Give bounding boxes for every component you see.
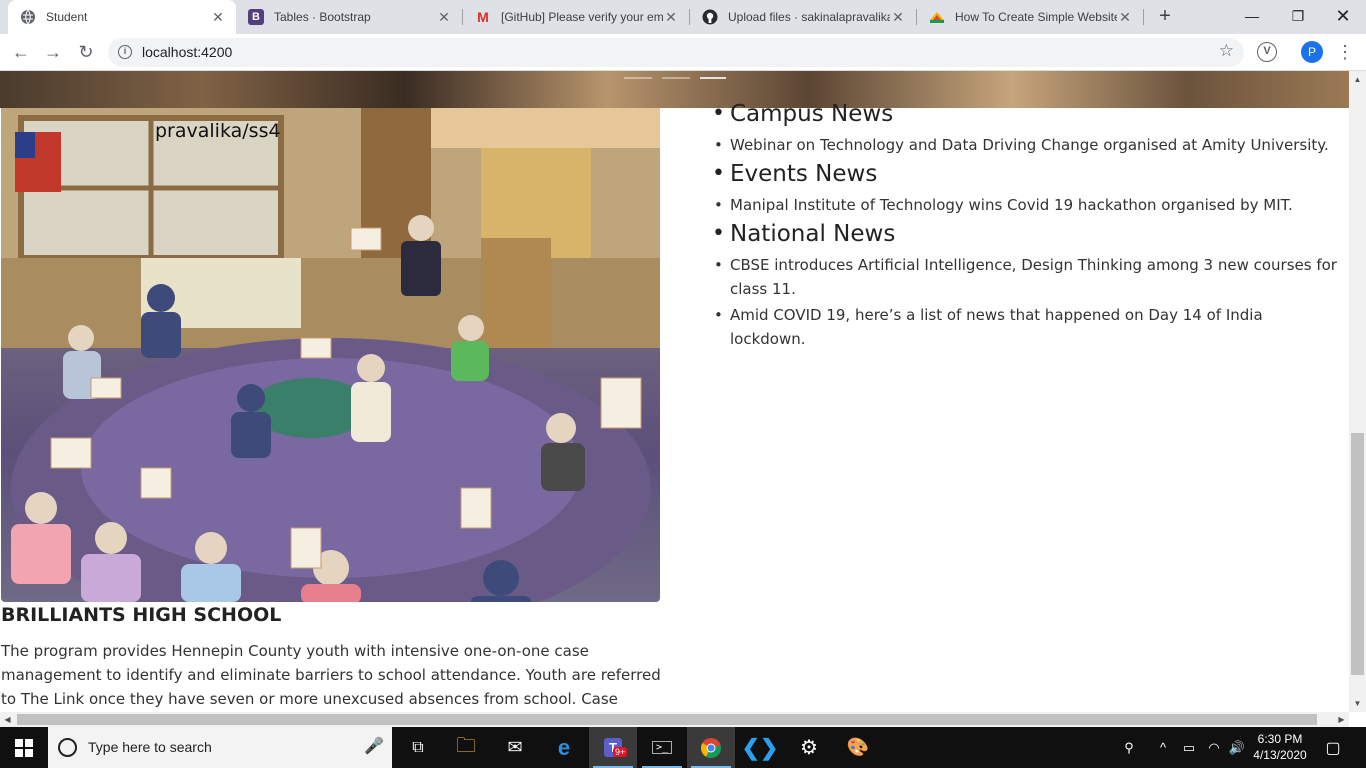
globe-icon [20, 9, 36, 25]
clock-date: 4/13/2020 [1253, 748, 1307, 762]
colorful-hat-icon [929, 9, 945, 25]
taskbar-search-box[interactable]: Type here to search 🎤 [48, 727, 392, 768]
settings-gear-icon[interactable]: ⚙ [785, 727, 833, 768]
action-center-icon[interactable]: ▢ [1318, 727, 1348, 768]
vivaldi-extension-icon[interactable]: V [1257, 42, 1277, 62]
news-item: Webinar on Technology and Data Driving C… [712, 133, 1342, 157]
bootstrap-icon: B [248, 9, 264, 25]
system-clock[interactable]: 6:30 PM 4/13/2020 [1245, 731, 1315, 763]
profile-avatar[interactable]: P [1301, 41, 1323, 63]
teams-app[interactable]: T 9+ [589, 727, 637, 768]
terminal-icon[interactable]: >_ [638, 727, 686, 768]
tab-title: Upload files · sakinalapravalika [728, 10, 890, 24]
tab-student[interactable]: Student ✕ [8, 0, 236, 34]
carousel-indicator-active[interactable] [700, 77, 726, 79]
carousel-indicator[interactable] [624, 77, 652, 79]
windows-start-button[interactable] [0, 727, 48, 768]
news-item: Manipal Institute of Technology wins Cov… [712, 193, 1342, 217]
tab-title: Tables · Bootstrap [274, 10, 371, 24]
show-hidden-icons-chevron-icon[interactable]: ^ [1154, 727, 1172, 768]
tab-create-website[interactable]: How To Create Simple Website ✕ [917, 0, 1143, 34]
scroll-right-arrow-icon[interactable]: ▶ [1334, 712, 1349, 727]
browser-tab-strip: Student ✕ B Tables · Bootstrap ✕ M [GitH… [0, 0, 1366, 34]
news-item: Amid COVID 19, here’s a list of news tha… [712, 303, 1342, 351]
tab-title: [GitHub] Please verify your em [501, 10, 663, 24]
search-placeholder: Type here to search [88, 739, 212, 755]
github-icon [702, 9, 718, 25]
bookmark-star-icon[interactable]: ☆ [1219, 41, 1234, 61]
school-title: BRILLIANTS HIGH SCHOOL [1, 604, 282, 626]
tab-title: Student [46, 10, 88, 24]
tab-divider [1143, 9, 1144, 25]
reload-icon[interactable]: ↻ [74, 40, 98, 64]
chrome-logo-icon [701, 737, 722, 758]
tab-upload-files[interactable]: Upload files · sakinalapravalika ✕ [690, 0, 916, 34]
news-category: Campus News [712, 97, 1342, 131]
news-item: CBSE introduces Artificial Intelligence,… [712, 253, 1342, 301]
kebab-menu-icon[interactable]: ⋮ [1336, 40, 1354, 64]
carousel-indicator[interactable] [662, 77, 690, 79]
tab-tables-bootstrap[interactable]: B Tables · Bootstrap ✕ [236, 0, 462, 34]
task-view-icon[interactable]: ⧉ [394, 727, 442, 768]
image-caption: pravalika/ss4 [155, 120, 281, 142]
close-tab-icon[interactable]: ✕ [436, 9, 452, 26]
restore-icon[interactable]: ❐ [1275, 0, 1321, 34]
file-explorer-icon[interactable]: 🗀 [442, 727, 490, 768]
teams-badge: 9+ [613, 747, 628, 757]
people-icon[interactable]: ⚲ [1118, 727, 1140, 768]
news-category: National News [712, 217, 1342, 251]
close-tab-icon[interactable]: ✕ [890, 9, 906, 26]
close-tab-icon[interactable]: ✕ [663, 9, 679, 26]
scroll-up-arrow-icon[interactable]: ▲ [1349, 71, 1366, 88]
windows-logo-icon [15, 738, 33, 757]
scrollbar-thumb[interactable] [17, 714, 1317, 725]
windows-taskbar: Type here to search 🎤 ⧉ 🗀 ✉ e T 9+ >_ ❮❯… [0, 727, 1366, 768]
url-text[interactable]: localhost:4200 [142, 44, 232, 60]
mail-icon[interactable]: ✉ [491, 727, 539, 768]
school-description: The program provides Hennepin County you… [1, 642, 661, 708]
tab-github-verify[interactable]: M [GitHub] Please verify your em ✕ [463, 0, 689, 34]
edge-icon[interactable]: e [540, 727, 588, 768]
cortana-icon [58, 738, 77, 757]
microphone-icon[interactable]: 🎤 [364, 736, 384, 756]
battery-icon[interactable]: ▭ [1178, 727, 1200, 768]
close-window-icon[interactable]: ✕ [1320, 0, 1366, 34]
news-list: Campus News Webinar on Technology and Da… [712, 97, 1342, 351]
forward-arrow-icon[interactable]: → [41, 40, 65, 64]
vscode-icon[interactable]: ❮❯ [736, 727, 784, 768]
close-tab-icon[interactable]: ✕ [210, 9, 226, 26]
classroom-photo: pravalika/ss4 [1, 108, 660, 602]
info-icon[interactable]: i [118, 45, 132, 59]
close-tab-icon[interactable]: ✕ [1117, 9, 1133, 26]
news-category: Events News [712, 157, 1342, 191]
chrome-icon[interactable] [687, 727, 735, 768]
new-tab-button[interactable]: + [1154, 5, 1176, 27]
minimize-icon[interactable]: — [1229, 0, 1275, 34]
browser-toolbar: ← → ↻ i localhost:4200 ☆ [0, 34, 1366, 71]
horizontal-scrollbar[interactable]: ◀ ▶ [0, 712, 1349, 727]
tab-title: How To Create Simple Website [955, 10, 1117, 24]
paint-icon[interactable]: 🎨 [834, 727, 882, 768]
vertical-scrollbar[interactable]: ▲ ▼ [1349, 71, 1366, 712]
classroom-illustration [1, 108, 660, 602]
address-bar[interactable]: i localhost:4200 ☆ [108, 38, 1244, 67]
clock-time: 6:30 PM [1257, 732, 1303, 746]
wifi-icon[interactable]: ◠ [1203, 727, 1225, 768]
scroll-left-arrow-icon[interactable]: ◀ [0, 712, 15, 727]
scrollbar-thumb[interactable] [1351, 433, 1364, 675]
page-viewport: pravalika/ss4 BRILLIANTS HIGH SCHOOL The… [0, 71, 1349, 712]
back-arrow-icon[interactable]: ← [9, 40, 33, 64]
scroll-down-arrow-icon[interactable]: ▼ [1349, 695, 1366, 712]
terminal-glyph: >_ [651, 741, 673, 754]
gmail-icon: M [477, 9, 489, 25]
